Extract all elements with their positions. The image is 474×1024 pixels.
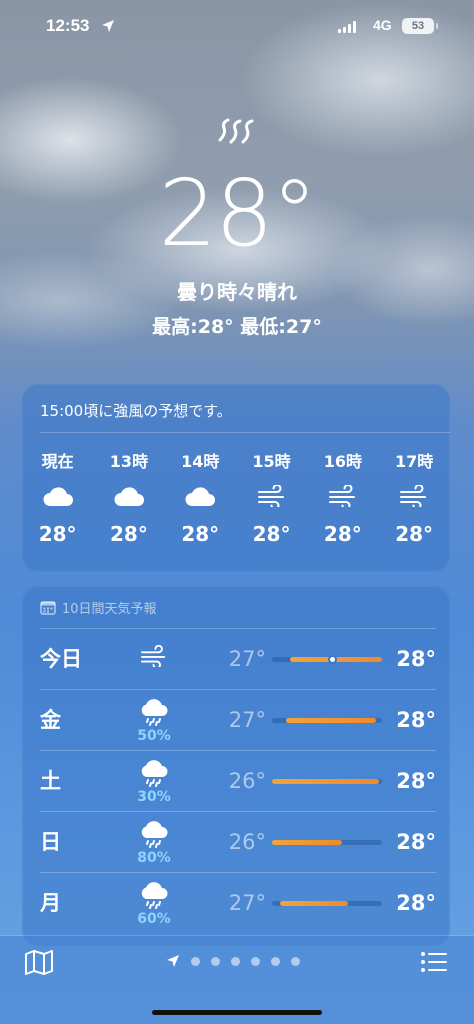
divider (40, 432, 450, 433)
calendar-icon (40, 601, 56, 615)
page-indicator[interactable] (166, 954, 300, 968)
ten-day-forecast-card[interactable]: 10日間天気予報 今日 27° 28° 金 50% 27° 28° 土 30% … (22, 586, 450, 946)
low-temp: 27° (228, 708, 266, 732)
cloud-icon (43, 487, 73, 506)
hour-item: 15時 28° (236, 448, 307, 546)
low-temp: 26° (228, 830, 266, 854)
precip-chance: 30% (137, 789, 171, 805)
network-type: 4G (373, 17, 392, 33)
temp-range-bar (272, 718, 382, 723)
precip-chance: 50% (137, 728, 171, 744)
location-arrow-icon (102, 20, 114, 32)
hour-label: 16時 (323, 452, 362, 471)
day-row[interactable]: 月 60% 27° 28° (22, 873, 450, 933)
wind-icon (400, 485, 427, 507)
day-label: 日 (40, 830, 61, 854)
signal-icon (338, 20, 356, 33)
day-row[interactable]: 日 80% 26° 28° (22, 812, 450, 872)
wind-alert-text: 15:00頃に強風の予想です。 (40, 402, 232, 420)
current-location-icon (167, 955, 179, 967)
wind-icon (140, 645, 166, 667)
high-temp: 28° (396, 769, 436, 793)
hour-item: 現在 28° (22, 448, 93, 546)
hour-label: 17時 (394, 452, 434, 471)
temp-range-bar (272, 840, 382, 845)
temp-range-bar (272, 901, 382, 906)
page-dot (211, 956, 220, 966)
high-temp: 28° (396, 647, 436, 671)
battery-icon: 53 (402, 18, 438, 34)
wind-icon (218, 118, 254, 144)
hour-temp: 28° (323, 522, 362, 546)
hour-item: 16時 28° (307, 448, 378, 546)
cloud-icon (185, 487, 216, 506)
temp-range-fill (272, 779, 379, 784)
page-dot (291, 956, 300, 966)
hourly-list[interactable]: 現在 28° 13時 28° 14時 28° 15時 28° 16時 28° 1… (22, 448, 450, 546)
home-indicator (152, 1010, 322, 1015)
rain-cloud-icon (141, 760, 168, 787)
ten-day-header: 10日間天気予報 (40, 598, 157, 617)
hourly-forecast-card[interactable]: 15:00頃に強風の予想です。 現在 28° 13時 28° 14時 28° 1… (22, 384, 450, 572)
page-dot (191, 956, 200, 966)
hour-temp: 28° (395, 522, 434, 546)
hour-item: 13時 28° (93, 448, 164, 546)
status-time: 12:53 (46, 16, 90, 35)
hour-item: 17時 28° (378, 448, 449, 546)
day-label: 金 (40, 708, 61, 732)
temp-range-fill (286, 718, 377, 723)
hour-temp: 28° (110, 522, 148, 546)
rain-cloud-icon (141, 699, 168, 726)
hour-label: 15時 (252, 452, 291, 471)
hour-temp: 28° (181, 522, 220, 546)
rain-cloud-icon (141, 821, 168, 848)
precip-chance: 60% (137, 911, 171, 927)
hour-item: 14時 28° (165, 448, 236, 546)
page-dot (271, 956, 280, 966)
hour-temp: 28° (252, 522, 291, 546)
current-condition: 曇り時々晴れ (177, 280, 297, 304)
low-temp: 27° (228, 891, 266, 915)
low-temp: 27° (228, 647, 266, 671)
temp-range-bar (272, 655, 382, 664)
hour-temp: 28° (38, 522, 77, 546)
page-dot (251, 956, 260, 966)
current-temperature: 28° (158, 160, 317, 267)
day-row[interactable]: 金 50% 27° 28° (22, 690, 450, 750)
wind-icon (328, 485, 355, 507)
temp-range-fill (279, 901, 348, 906)
map-icon[interactable] (24, 948, 54, 976)
low-temp: 26° (228, 769, 266, 793)
page-dot (231, 956, 240, 966)
list-icon[interactable] (420, 950, 448, 974)
hour-label: 13時 (109, 452, 149, 471)
temp-range-bar (272, 779, 382, 784)
day-label: 土 (40, 769, 61, 793)
precip-chance: 80% (137, 850, 171, 866)
high-low-temperature: 最高:28° 最低:27° (152, 316, 322, 338)
day-row[interactable]: 土 30% 26° 28° (22, 751, 450, 811)
current-temp-marker (328, 655, 337, 664)
hour-label: 14時 (181, 452, 220, 471)
high-temp: 28° (396, 708, 436, 732)
temp-range-fill (272, 840, 343, 845)
high-temp: 28° (396, 830, 436, 854)
ten-day-title: 10日間天気予報 (62, 602, 157, 617)
cloud-icon (114, 487, 144, 506)
day-row[interactable]: 今日 27° 28° (22, 629, 450, 689)
wind-icon (257, 485, 284, 507)
status-bar: 12:53 4G 53 (0, 16, 474, 40)
rain-cloud-icon (141, 882, 168, 909)
day-label: 今日 (40, 647, 82, 671)
hour-label: 現在 (41, 452, 74, 471)
day-label: 月 (40, 891, 61, 915)
high-temp: 28° (396, 891, 436, 915)
bottom-toolbar (0, 936, 474, 1024)
